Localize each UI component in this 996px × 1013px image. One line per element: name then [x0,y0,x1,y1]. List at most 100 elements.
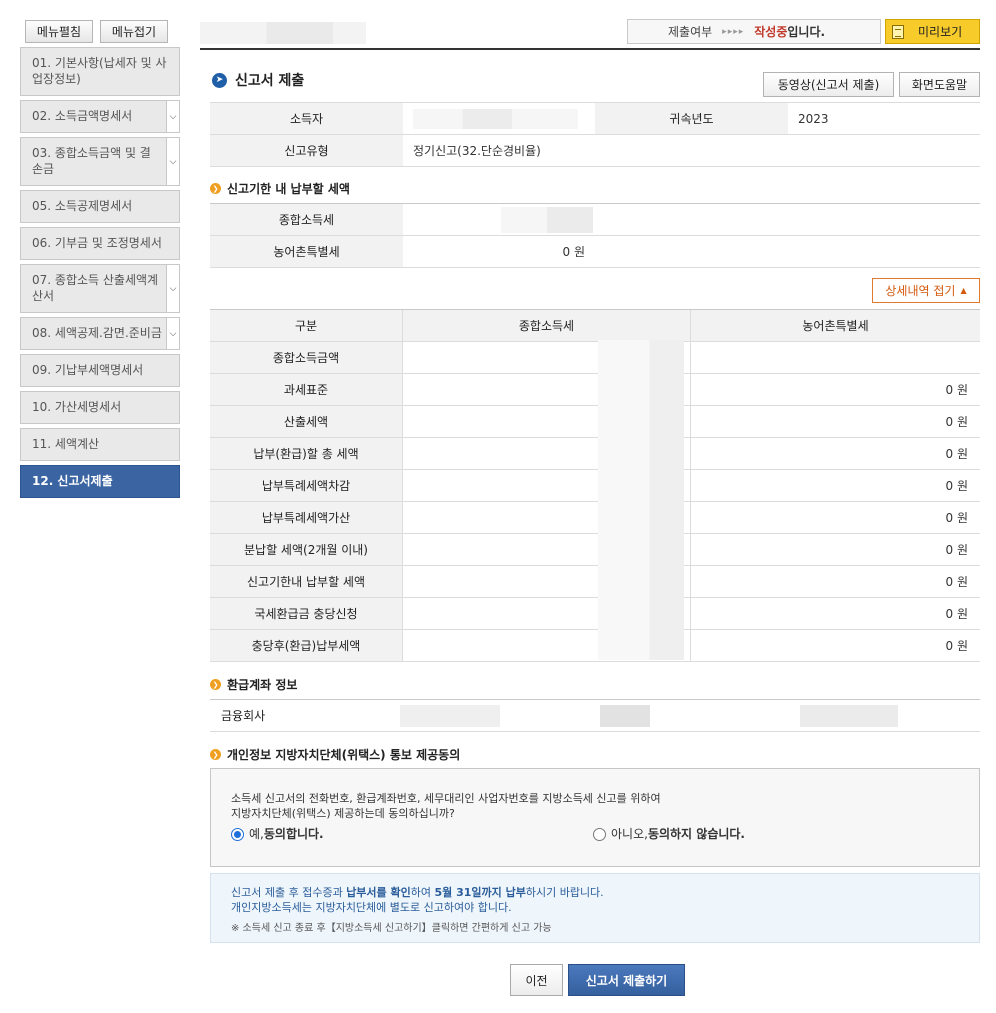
report-type-value: 정기신고(32.단순경비율) [413,144,541,158]
menu-item-tax-calc[interactable]: 11. 세액계산 [20,428,180,461]
status-suffix: 입니다. [787,25,826,39]
chevron-down-icon[interactable]: ⌵ [166,265,179,312]
consent-no-radio[interactable]: 아니오, 동의하지 않습니다. [593,827,745,842]
redacted-value [800,705,898,727]
preview-button[interactable]: 미리보기 [885,19,980,44]
table-row: 종합소득금액 [210,342,980,374]
rural-tax-label: 농어촌특별세 [210,236,403,267]
submit-report-button[interactable]: 신고서 제출하기 [568,964,685,996]
radio-label: 동의하지 않습니다. [647,827,745,841]
detail-toggle-button[interactable]: 상세내역 접기 ▲ [872,278,980,303]
rural-tax-cell: 0 원 [945,383,969,397]
redacted-value [501,206,593,233]
chevron-right-icon: ❯ [210,679,221,690]
rural-tax-cell: 0 원 [945,639,969,653]
menu-item-income-statement[interactable]: 02. 소득금액명세서 ⌵ [20,100,180,133]
chevron-right-icon: ❯ [210,183,221,194]
due-tax-section-title: ❯ 신고기한 내 납부할 세액 [210,180,350,197]
due-tax-table: 종합소득세 농어촌특별세 0 원 [210,203,980,268]
document-icon [892,24,904,39]
row-label: 산출세액 [210,406,403,437]
rural-tax-value: 0 원 [562,245,586,259]
notice-emphasis: 납부서를 확인 [346,886,411,899]
notice-line: 신고서 제출 후 접수증과 납부서를 확인하여 5월 31일까지 납부하시기 바… [231,885,979,900]
menu-item-label: 07. 종합소득 산출세액계산서 [32,273,159,303]
notice-text: 신고서 제출 후 접수증과 [231,886,347,899]
preview-label: 미리보기 [918,25,963,39]
menu-item-label: 06. 기부금 및 조정명세서 [32,236,162,250]
global-income-tax-value [403,204,593,235]
table-row: 납부특례세액차감 0 원 [210,470,980,502]
taxpayer-info-table: 소득자 귀속년도 2023 신고유형 정기신고(32.단순경비율) [210,102,980,167]
global-income-tax-label: 종합소득세 [210,204,403,235]
status-label: 제출여부 [668,25,713,39]
arrow-right-icon: ➤ [212,72,227,88]
page-title-text: 신고서 제출 [235,73,305,89]
table-header-row: 구분 종합소득세 농어촌특별세 [210,310,980,342]
menu-item-tax-credit[interactable]: 08. 세액공제.감면.준비금 ⌵ [20,317,180,350]
triangle-up-icon: ▲ [960,286,967,295]
video-button[interactable]: 동영상(신고서 제출) [763,72,894,97]
row-label: 신고기한내 납부할 세액 [210,566,403,597]
chevron-down-icon[interactable]: ⌵ [166,101,179,132]
rural-tax-cell: 0 원 [945,575,969,589]
report-type-label: 신고유형 [210,135,403,166]
detail-table: 구분 종합소득세 농어촌특별세 종합소득금액 과세표준 0 원 산출세액 0 원 납… [210,309,980,662]
notice-emphasis: 5월 31일까지 납부 [434,886,526,899]
redacted-value [413,108,578,129]
redacted-value [400,705,500,727]
detail-toggle-label: 상세내역 접기 [885,284,956,298]
menu-item-penalty-tax[interactable]: 10. 가산세명세서 [20,391,180,424]
radio-label: 동의합니다. [263,827,324,841]
menu-expand-button[interactable]: 메뉴펼침 [25,20,93,43]
prev-button[interactable]: 이전 [510,964,563,996]
consent-box: 소득세 신고서의 전화번호, 환급계좌번호, 세무대리인 사업자번호를 지방소득… [210,768,980,867]
menu-collapse-button[interactable]: 메뉴접기 [100,20,168,43]
row-label: 납부(환급)할 총 세액 [210,438,403,469]
column-header: 농어촌특별세 [691,310,980,341]
arrows-icon: ▸▸▸▸ [722,26,745,37]
status-value: 작성중 [754,25,788,39]
table-row: 농어촌특별세 0 원 [210,236,980,268]
menu-item-global-income[interactable]: 03. 종합소득금액 및 결손금 ⌵ [20,137,180,186]
rural-tax-cell: 0 원 [945,447,969,461]
column-header: 종합소득세 [403,310,691,341]
menu-item-label: 03. 종합소득금액 및 결손금 [32,146,151,176]
radio-prefix: 예, [249,827,264,841]
menu-item-income-deduction[interactable]: 05. 소득공제명세서 [20,190,180,223]
chevron-down-icon[interactable]: ⌵ [166,318,179,349]
menu-item-calculated-tax[interactable]: 07. 종합소득 산출세액계산서 ⌵ [20,264,180,313]
table-row: 신고유형 정기신고(32.단순경비율) [210,135,980,167]
consent-yes-radio[interactable]: 예, 동의합니다. [231,827,324,842]
redacted-values [598,340,684,660]
menu-item-label: 11. 세액계산 [32,437,100,451]
screen-help-button[interactable]: 화면도움말 [899,72,980,97]
table-row: 납부특례세액가산 0 원 [210,502,980,534]
notice-text: 하시기 바랍니다. [525,886,604,899]
table-row: 과세표준 0 원 [210,374,980,406]
menu-item-prepaid-tax[interactable]: 09. 기납부세액명세서 [20,354,180,387]
table-row: 국세환급금 충당신청 0 원 [210,598,980,630]
consent-section-title: ❯ 개인정보 지방자치단체(위택스) 통보 제공동의 [210,746,460,763]
refund-account-table: 금융회사 [210,699,980,732]
row-label: 납부특례세액가산 [210,502,403,533]
menu-item-label: 08. 세액공제.감면.준비금 [32,326,162,340]
header-divider [200,48,980,50]
submission-status: 제출여부 ▸▸▸▸ 작성중 입니다. [627,19,881,44]
menu-item-donation[interactable]: 06. 기부금 및 조정명세서 [20,227,180,260]
table-row: 납부(환급)할 총 세액 0 원 [210,438,980,470]
table-row: 금융회사 [210,700,980,732]
menu-item-basic-info[interactable]: 01. 기본사항(납세자 및 사업장정보) [20,47,180,96]
menu-item-submit[interactable]: 12. 신고서제출 [20,465,180,498]
redacted-value [600,705,650,727]
row-label: 납부특례세액차감 [210,470,403,501]
income-earner-label: 소득자 [210,103,403,134]
table-row: 분납할 세액(2개월 이내) 0 원 [210,534,980,566]
section-title-text: 환급계좌 정보 [227,678,298,692]
rural-tax-cell: 0 원 [945,415,969,429]
chevron-down-icon[interactable]: ⌵ [166,138,179,185]
income-earner-value [403,103,595,134]
rural-tax-cell: 0 원 [945,479,969,493]
redacted-name [200,22,366,44]
row-label: 분납할 세액(2개월 이내) [210,534,403,565]
